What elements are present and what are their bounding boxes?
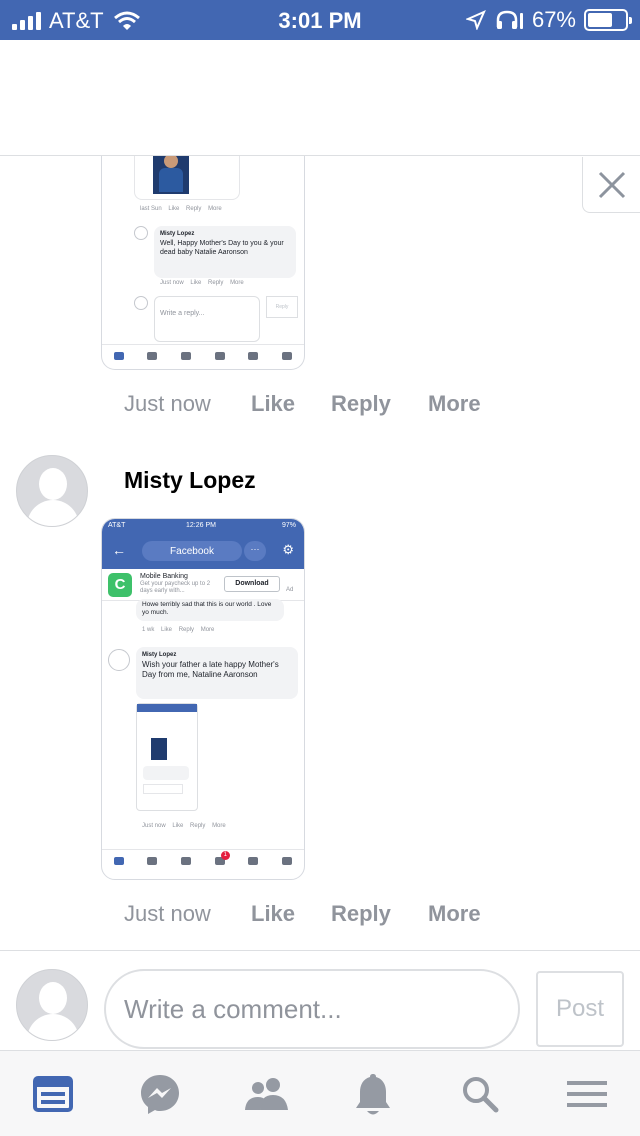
mini-avatar xyxy=(108,649,130,671)
mini-tab-bar: 1 xyxy=(102,849,304,871)
comment-actions-2: Just now Like Reply More xyxy=(124,901,481,927)
location-icon xyxy=(465,10,486,30)
mini-header: ← Facebook ··· ⚙ xyxy=(102,533,304,569)
headphones-icon xyxy=(496,10,523,29)
comment-actions-1: Just now Like Reply More xyxy=(124,391,481,417)
mini-photo xyxy=(153,156,189,194)
like-button[interactable]: Like xyxy=(251,391,331,417)
messenger-icon xyxy=(141,1074,179,1114)
status-bar: AT&T 3:01 PM 67% xyxy=(0,0,640,40)
mini-avatar xyxy=(134,226,148,240)
avatar[interactable] xyxy=(16,455,88,527)
menu-icon xyxy=(566,1080,607,1107)
reply-button[interactable]: Reply xyxy=(331,391,428,417)
mini-comment-bubble: Misty Lopez Wish your father a late happ… xyxy=(136,647,298,699)
mini-prev-comment: Howe terribly sad that this is our world… xyxy=(136,599,284,621)
like-button[interactable]: Like xyxy=(251,901,331,927)
mini-tab-bar xyxy=(102,344,304,366)
commenter-name[interactable]: Misty Lopez xyxy=(124,467,256,494)
tab-news-feed[interactable] xyxy=(0,1051,107,1136)
my-avatar xyxy=(16,969,88,1041)
tab-notifications[interactable] xyxy=(320,1051,427,1136)
friends-icon xyxy=(244,1077,288,1110)
shared-screenshot-image-1[interactable]: last Sun Like Reply More Misty Lopez Wel… xyxy=(101,156,305,370)
mini-avatar xyxy=(134,296,148,310)
news-feed-icon xyxy=(33,1075,74,1112)
comment-composer: Write a comment... Post xyxy=(0,950,640,1050)
reply-button[interactable]: Reply xyxy=(331,901,428,927)
bottom-tab-bar xyxy=(0,1050,640,1136)
mini-photo-frame xyxy=(134,156,240,200)
mini-status-bar: AT&T 12:26 PM 97% xyxy=(102,519,304,533)
tab-friends[interactable] xyxy=(213,1051,320,1136)
comment-time: Just now xyxy=(124,901,211,926)
notifications-icon xyxy=(356,1073,391,1114)
mini-prev-meta: 1 wk Like Reply More xyxy=(142,627,215,633)
close-icon xyxy=(598,171,625,198)
mini-comment-bubble: Misty Lopez Well, Happy Mother's Day to … xyxy=(154,226,296,278)
search-icon xyxy=(463,1076,499,1112)
mini-nested-screenshot xyxy=(136,703,198,811)
tab-search[interactable] xyxy=(427,1051,534,1136)
mini-comment-meta: Just now Like Reply More xyxy=(142,823,226,829)
mini-comment-meta: Just now Like Reply More xyxy=(160,280,244,286)
mini-reply-input: Write a reply... xyxy=(154,296,260,342)
comment-time: Just now xyxy=(124,391,211,416)
tab-messenger[interactable] xyxy=(107,1051,214,1136)
battery-icon xyxy=(584,9,632,31)
close-button[interactable] xyxy=(582,157,640,213)
mini-reply-button: Reply xyxy=(266,296,298,318)
mini-meta-row: last Sun Like Reply More xyxy=(140,206,222,212)
top-blank-area xyxy=(0,40,640,156)
shared-screenshot-image-2[interactable]: AT&T 12:26 PM 97% ← Facebook ··· ⚙ C Mob… xyxy=(101,518,305,880)
tab-menu[interactable] xyxy=(533,1051,640,1136)
more-button[interactable]: More xyxy=(428,901,481,927)
comment-input[interactable]: Write a comment... xyxy=(104,969,520,1049)
battery-percent: 67% xyxy=(531,7,576,32)
post-button[interactable]: Post xyxy=(536,971,624,1047)
more-button[interactable]: More xyxy=(428,391,481,417)
mini-ad: C Mobile Banking Get your paycheck up to… xyxy=(102,569,304,601)
